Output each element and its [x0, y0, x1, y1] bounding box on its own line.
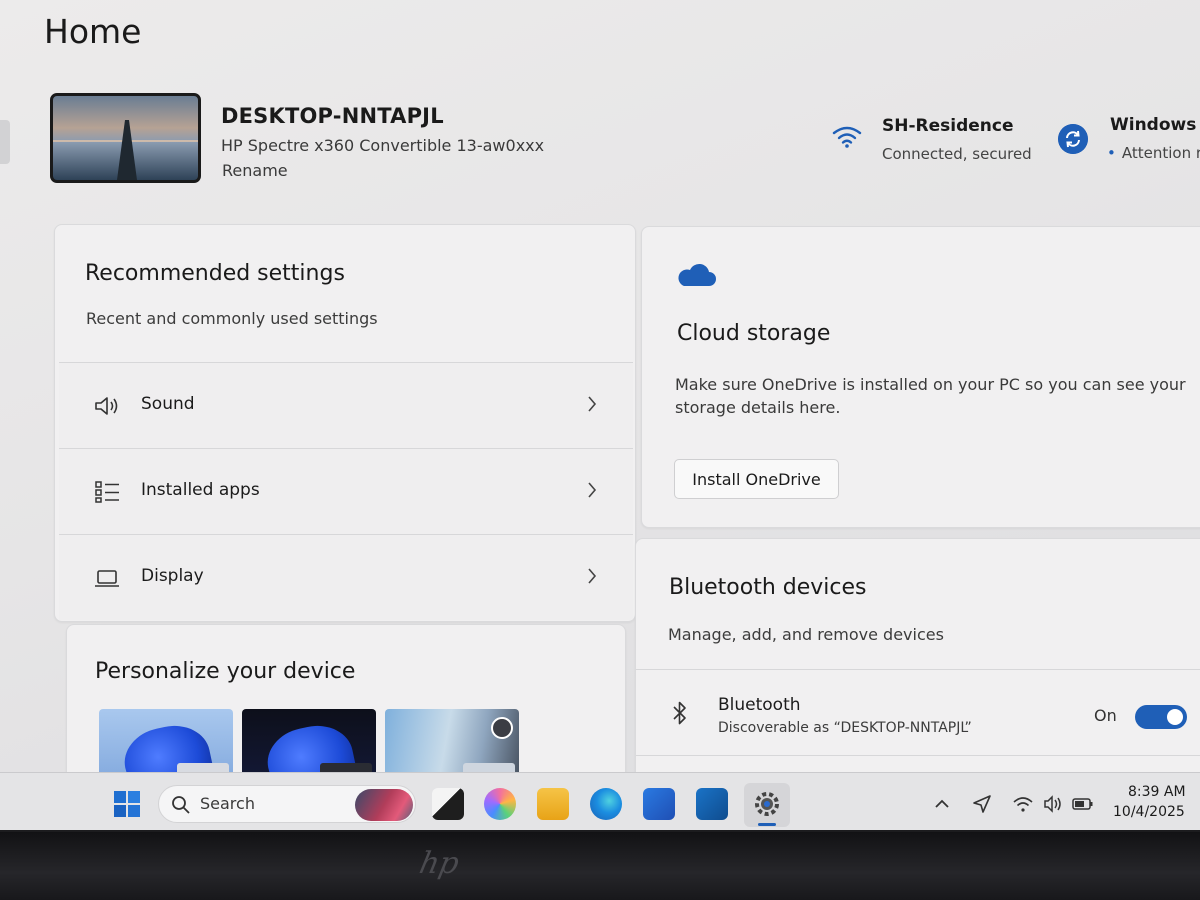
recommended-subtitle: Recent and commonly used settings — [86, 309, 378, 328]
search-label: Search — [200, 794, 255, 813]
spotlight-icon — [491, 717, 513, 739]
cloud-icon — [678, 263, 716, 286]
search-highlight-icon — [355, 789, 413, 821]
bluetooth-icon — [673, 701, 686, 725]
network-name[interactable]: SH-Residence — [882, 116, 1014, 136]
bluetooth-label: Bluetooth — [718, 695, 801, 715]
edge-icon[interactable] — [590, 788, 622, 820]
recommended-item-label: Sound — [141, 394, 195, 414]
cloud-storage-card: Cloud storage Make sure OneDrive is inst… — [641, 226, 1200, 528]
clock-date[interactable]: 10/4/2025 — [1113, 804, 1185, 820]
personalize-title: Personalize your device — [95, 659, 356, 684]
chevron-up-icon[interactable] — [931, 793, 953, 815]
recommended-settings-card: Recommended settings Recent and commonly… — [54, 224, 636, 622]
chevron-right-icon — [588, 482, 597, 498]
sync-icon[interactable] — [1058, 124, 1088, 154]
bluetooth-subtitle: Manage, add, and remove devices — [668, 625, 944, 644]
bluetooth-toggle[interactable] — [1135, 705, 1187, 729]
recommended-item-label: Display — [141, 566, 204, 586]
install-onedrive-button[interactable]: Install OneDrive — [674, 459, 839, 499]
windows-update-title[interactable]: Windows U — [1110, 115, 1200, 135]
windows-update-status-text: Attention r — [1121, 144, 1200, 162]
wifi-tray-icon[interactable] — [1012, 793, 1034, 815]
file-explorer-icon[interactable] — [537, 788, 569, 820]
nav-rail-edge[interactable] — [0, 120, 10, 164]
bluetooth-state: On — [1094, 706, 1117, 725]
search-icon — [172, 796, 190, 814]
outlook-icon[interactable] — [696, 788, 728, 820]
cloud-storage-title: Cloud storage — [677, 321, 831, 346]
speaker-icon — [95, 397, 118, 415]
store-icon[interactable] — [643, 788, 675, 820]
hp-logo: hp — [416, 846, 463, 881]
location-icon[interactable] — [971, 793, 993, 815]
wifi-icon[interactable] — [832, 125, 862, 149]
recommended-item-display[interactable]: Display — [59, 534, 633, 620]
device-model: HP Spectre x360 Convertible 13-aw0xxx — [221, 136, 545, 155]
recommended-item-installed-apps[interactable]: Installed apps — [59, 448, 633, 534]
device-name: DESKTOP-NNTAPJL — [221, 104, 444, 128]
bluetooth-row: Bluetooth Discoverable as “DESKTOP-NNTAP… — [636, 669, 1200, 755]
task-view-icon[interactable] — [432, 788, 464, 820]
rename-link[interactable]: Rename — [222, 161, 288, 180]
thumbnail-pier — [117, 120, 137, 180]
page-title: Home — [44, 12, 142, 51]
windows-update-status: • Attention r — [1107, 144, 1200, 162]
taskbar: Search 8:39 AM 10/4/2025 — [0, 772, 1200, 830]
settings-window: Home DESKTOP-NNTAPJL HP Spectre x360 Con… — [0, 0, 1200, 830]
volume-icon[interactable] — [1042, 793, 1064, 815]
attention-dot-icon: • — [1107, 144, 1116, 162]
bluetooth-title: Bluetooth devices — [669, 575, 867, 600]
copilot-icon[interactable] — [484, 788, 516, 820]
active-app-indicator — [758, 823, 776, 826]
recommended-item-label: Installed apps — [141, 480, 260, 500]
bluetooth-discoverable-text: Discoverable as “DESKTOP-NNTAPJL” — [718, 720, 972, 736]
laptop-bezel: hp — [0, 832, 1200, 900]
device-wallpaper-thumbnail[interactable] — [50, 93, 201, 183]
chevron-right-icon — [588, 396, 597, 412]
apps-list-icon — [95, 481, 119, 503]
laptop-icon — [95, 570, 119, 587]
battery-icon[interactable] — [1072, 793, 1094, 815]
toggle-knob — [1167, 709, 1183, 725]
network-status: Connected, secured — [882, 145, 1032, 163]
windows-start-icon[interactable] — [113, 790, 141, 818]
settings-gear-icon[interactable] — [753, 790, 781, 818]
chevron-right-icon — [588, 568, 597, 584]
recommended-title: Recommended settings — [85, 261, 345, 286]
taskbar-search[interactable]: Search — [158, 785, 416, 823]
clock-time[interactable]: 8:39 AM — [1128, 784, 1186, 800]
recommended-item-sound[interactable]: Sound — [59, 362, 633, 448]
cloud-storage-description: Make sure OneDrive is installed on your … — [675, 375, 1186, 417]
